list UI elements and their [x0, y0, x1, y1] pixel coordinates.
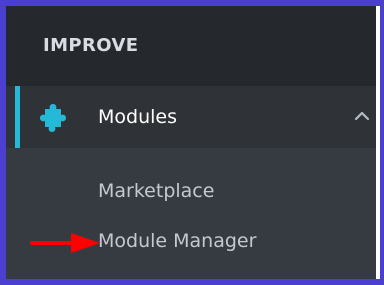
sidebar-item-modules[interactable]: Modules	[6, 86, 376, 148]
red-arrow-icon	[30, 233, 100, 253]
section-title: IMPROVE	[43, 35, 139, 56]
section-header: IMPROVE	[6, 6, 376, 86]
chevron-up-icon[interactable]	[354, 110, 370, 122]
sidebar: IMPROVE Modules Marketplace Module Manag…	[6, 6, 376, 279]
submenu-item-module-manager[interactable]: Module Manager	[98, 230, 256, 252]
active-indicator	[15, 86, 20, 148]
sidebar-item-modules-label: Modules	[98, 106, 177, 128]
puzzle-icon	[40, 104, 66, 132]
submenu-item-marketplace[interactable]: Marketplace	[98, 180, 214, 202]
